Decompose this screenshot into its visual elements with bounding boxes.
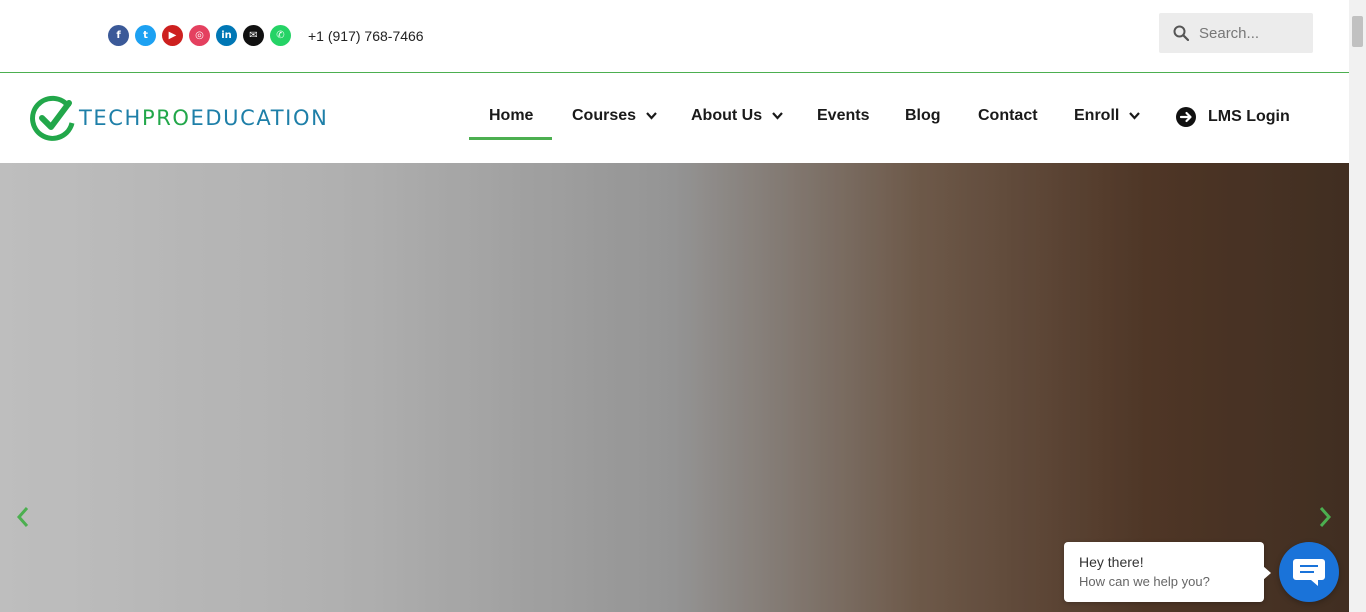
search-icon[interactable]: [1173, 25, 1189, 41]
email-icon[interactable]: ✉: [243, 25, 264, 46]
nav-contact[interactable]: Contact: [978, 107, 1038, 125]
facebook-icon[interactable]: f: [108, 25, 129, 46]
instagram-icon[interactable]: ◎: [189, 25, 210, 46]
active-nav-underline: [469, 137, 552, 140]
nav-enroll-label: Enroll: [1074, 107, 1120, 124]
nav-events[interactable]: Events: [817, 107, 869, 125]
main-navigation: TECHPROEDUCATION Home Courses About Us E…: [0, 74, 1349, 163]
nav-home[interactable]: Home: [489, 107, 533, 125]
chevron-down-icon: [1129, 112, 1141, 120]
nav-blog[interactable]: Blog: [905, 107, 941, 125]
search-box[interactable]: [1159, 13, 1313, 53]
nav-courses[interactable]: Courses: [572, 107, 657, 125]
phone-number[interactable]: +1 (917) 768-7466: [308, 28, 424, 44]
nav-about-label: About Us: [691, 107, 763, 124]
chat-greeting: Hey there!: [1079, 554, 1144, 570]
chat-launcher-button[interactable]: [1279, 542, 1339, 602]
scrollbar-thumb[interactable]: [1352, 16, 1363, 47]
nav-about[interactable]: About Us: [691, 107, 783, 125]
whatsapp-icon[interactable]: ✆: [270, 25, 291, 46]
linkedin-icon[interactable]: in: [216, 25, 237, 46]
nav-lms-login[interactable]: LMS Login: [1176, 107, 1290, 127]
page-scrollbar[interactable]: [1349, 0, 1366, 612]
chevron-down-icon: [772, 112, 783, 120]
social-icons: f t ▶ ◎ in ✉ ✆: [108, 25, 291, 46]
chat-prompt: How can we help you?: [1079, 574, 1210, 589]
top-bar: f t ▶ ◎ in ✉ ✆ +1 (917) 768-7466: [0, 0, 1349, 73]
nav-courses-label: Courses: [572, 107, 637, 124]
nav-enroll[interactable]: Enroll: [1074, 107, 1141, 125]
site-logo[interactable]: TECHPROEDUCATION: [29, 93, 328, 143]
chevron-down-icon: [646, 112, 657, 120]
twitter-icon[interactable]: t: [135, 25, 156, 46]
youtube-icon[interactable]: ▶: [162, 25, 183, 46]
chat-greeting-bubble[interactable]: Hey there! How can we help you?: [1064, 542, 1271, 602]
checkmark-logo-icon: [30, 95, 75, 141]
chat-icon: [1293, 559, 1325, 586]
chevron-left-icon[interactable]: [16, 506, 30, 528]
arrow-circle-right-icon: [1176, 107, 1196, 127]
nav-lms-label: LMS Login: [1208, 108, 1290, 125]
search-input[interactable]: [1199, 24, 1309, 42]
chevron-right-icon[interactable]: [1318, 506, 1332, 528]
logo-wordmark: TECHPROEDUCATION: [79, 106, 329, 130]
chat-bubble-tail: [1263, 566, 1271, 580]
